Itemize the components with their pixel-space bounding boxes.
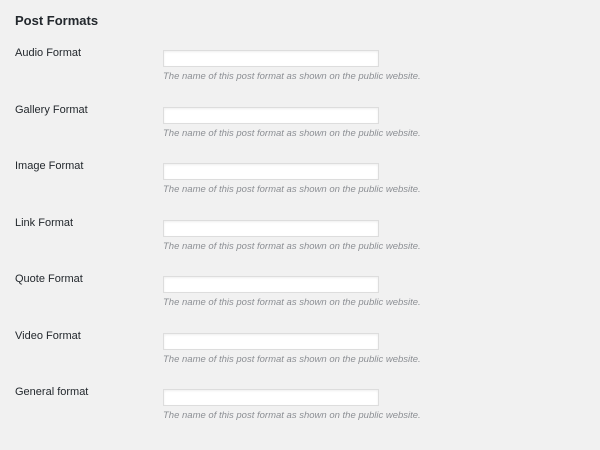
image-format-description: The name of this post format as shown on… [163, 184, 421, 195]
form-row-gallery: Gallery Format The name of this post for… [0, 101, 600, 158]
video-format-label: Video Format [15, 329, 81, 342]
form-row-image: Image Format The name of this post forma… [0, 157, 600, 214]
image-format-label: Image Format [15, 160, 84, 172]
general-format-description: The name of this post format as shown on… [163, 410, 421, 421]
link-format-label: Link Format [15, 216, 74, 229]
form-row-video: Video Format The name of this post forma… [0, 327, 600, 384]
image-format-input[interactable] [163, 163, 379, 180]
form-row-general: General format The name of this post for… [0, 383, 600, 440]
audio-format-description: The name of this post format as shown on… [163, 71, 421, 82]
form-row-audio: Audio Format The name of this post forma… [0, 44, 600, 101]
gallery-format-description: The name of this post format as shown on… [163, 127, 421, 139]
quote-format-description: The name of this post format as shown on… [163, 297, 421, 308]
quote-format-input[interactable] [163, 276, 379, 293]
link-format-input[interactable] [163, 219, 379, 237]
audio-format-input[interactable] [163, 50, 379, 67]
gallery-format-input[interactable] [163, 106, 379, 124]
audio-format-label: Audio Format [15, 47, 82, 59]
video-format-description: The name of this post format as shown on… [163, 353, 421, 365]
post-formats-form: Audio Format The name of this post forma… [0, 44, 600, 440]
general-format-input[interactable] [163, 389, 379, 406]
video-format-input[interactable] [163, 332, 379, 350]
link-format-description: The name of this post format as shown on… [163, 240, 421, 252]
section-title: Post Formats [15, 13, 99, 28]
general-format-label: General format [15, 386, 89, 398]
quote-format-label: Quote Format [15, 273, 83, 285]
form-row-quote: Quote Format The name of this post forma… [0, 270, 600, 327]
form-row-link: Link Format The name of this post format… [0, 214, 600, 271]
gallery-format-label: Gallery Format [15, 103, 88, 116]
